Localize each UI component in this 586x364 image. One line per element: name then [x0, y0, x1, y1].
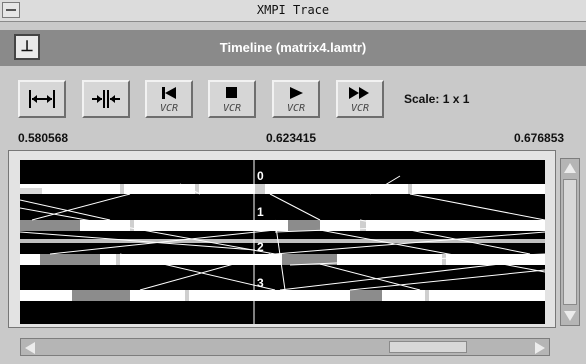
scroll-up-icon[interactable] [564, 163, 576, 173]
vcr-caption: VCR [286, 103, 306, 114]
vcr-fastforward-button[interactable]: VCR [336, 80, 384, 118]
process-label: 1 [257, 205, 264, 219]
zoom-in-button[interactable] [82, 80, 130, 118]
process-label: 0 [257, 169, 264, 183]
title-bar[interactable]: XMPI Trace [0, 0, 586, 22]
window-title: XMPI Trace [256, 3, 330, 17]
zoom-out-button[interactable] [18, 80, 66, 118]
vcr-caption: VCR [222, 103, 242, 114]
process-3-bars [20, 290, 545, 301]
vcr-caption: VCR [159, 103, 179, 114]
horizontal-scrollbar[interactable] [20, 338, 550, 356]
process-0-bars [20, 184, 545, 194]
scale-label: Scale: 1 x 1 [404, 92, 470, 106]
time-middle: 0.623415 [266, 131, 317, 145]
xmpi-trace-window: XMPI Trace ⊥ Timeline (matrix4.lamtr) VC… [0, 0, 586, 364]
vcr-rewind-button[interactable]: VCR [145, 80, 193, 118]
scroll-right-icon[interactable] [535, 342, 545, 354]
timeline-header: ⊥ Timeline (matrix4.lamtr) [0, 30, 586, 66]
vcr-play-button[interactable]: VCR [272, 80, 320, 118]
scroll-down-icon[interactable] [564, 311, 576, 321]
vcr-caption: VCR [350, 103, 370, 114]
process-label: 3 [257, 276, 264, 290]
vcr-stop-button[interactable]: VCR [208, 80, 256, 118]
contract-arrows-icon [92, 90, 120, 108]
horizontal-scroll-thumb[interactable] [389, 341, 467, 353]
process-1-bars [20, 220, 545, 231]
time-end: 0.676853 [514, 131, 565, 145]
process-label: 2 [257, 240, 264, 254]
timeline-canvas[interactable]: 0 1 2 3 [20, 160, 545, 324]
vertical-scrollbar[interactable] [560, 158, 580, 326]
timeline-title: Timeline (matrix4.lamtr) [219, 40, 367, 55]
vertical-scroll-thumb[interactable] [563, 179, 577, 305]
time-start: 0.580568 [18, 131, 69, 145]
scroll-left-icon[interactable] [25, 342, 35, 354]
expand-arrows-icon [29, 90, 55, 108]
